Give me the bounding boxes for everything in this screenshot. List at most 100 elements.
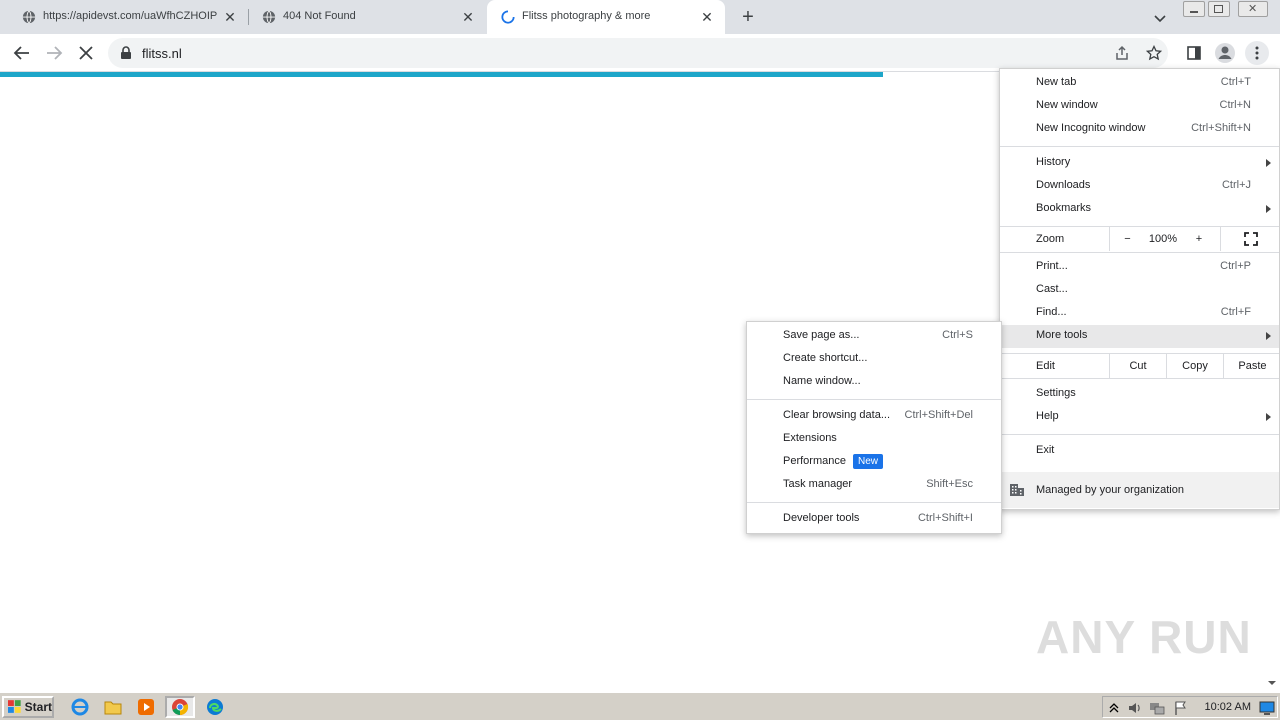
minimize-button[interactable] [1183,1,1205,17]
windows-logo-icon [8,700,21,713]
more-tools-submenu: Save page as... Ctrl+S Create shortcut...… [746,321,1002,534]
browser-toolbar: flitss.nl [0,34,1280,72]
managed-label: Managed by your organization [1036,484,1184,496]
menu-item-new-incognito[interactable]: New Incognito window Ctrl+Shift+N [1000,118,1279,141]
new-badge: New [853,454,884,469]
managed-by-org-item[interactable]: Managed by your organization [1000,472,1279,508]
tab-404[interactable]: 404 Not Found ✕ [248,0,486,34]
network-icon[interactable] [1149,700,1165,716]
edge-icon [207,699,223,715]
file-explorer-app[interactable] [101,696,125,718]
menu-separator [1000,434,1279,435]
chevron-down-icon[interactable] [1152,10,1168,26]
zoom-in-button[interactable]: + [1181,227,1217,251]
menu-item-more-tools[interactable]: More tools [1000,325,1279,348]
menu-item-help[interactable]: Help [1000,406,1279,429]
lock-icon[interactable] [120,46,132,60]
menu-item-create-shortcut[interactable]: Create shortcut... [747,348,1001,371]
more-vert-icon [1255,46,1259,60]
menu-item-save-page[interactable]: Save page as... Ctrl+S [747,325,1001,348]
internet-explorer-app[interactable] [68,696,92,718]
submenu-arrow-icon [1266,332,1271,340]
start-button[interactable]: Start [2,696,54,718]
side-panel-icon [1187,46,1201,60]
new-tab-button[interactable]: + [737,6,759,28]
tab-strip: https://apidevst.com/uaWfhCZHOIP ✕ 404 N… [0,0,1280,34]
zoom-value: 100% [1148,233,1178,245]
globe-icon [22,10,36,24]
close-window-button[interactable]: ✕ [1238,1,1268,17]
zoom-row: Zoom − 100% + [1000,227,1279,251]
show-desktop-icon[interactable] [1259,700,1275,716]
globe-icon [262,10,276,24]
menu-separator [1000,146,1279,147]
paste-button[interactable]: Paste [1223,354,1280,378]
system-tray: 10:02 AM [1102,696,1278,718]
stop-button[interactable] [74,41,98,65]
anyrun-watermark: ANY RUN [1036,611,1252,663]
copy-button[interactable]: Copy [1166,354,1223,378]
edit-row: Edit Cut Copy Paste [1000,354,1279,378]
menu-item-extensions[interactable]: Extensions [747,428,1001,451]
tab-flitss[interactable]: Flitss photography & more ✕ [487,0,725,34]
share-icon[interactable] [1114,45,1130,61]
back-button[interactable] [10,41,34,65]
menu-item-downloads[interactable]: Downloads Ctrl+J [1000,175,1279,198]
menu-separator [1000,252,1279,253]
zoom-out-button[interactable]: − [1109,227,1145,251]
menu-item-settings[interactable]: Settings [1000,383,1279,406]
menu-item-new-window[interactable]: New window Ctrl+N [1000,95,1279,118]
menu-item-print[interactable]: Print... Ctrl+P [1000,256,1279,279]
url-text[interactable]: flitss.nl [142,46,182,61]
arrow-left-icon [13,46,29,60]
chrome-menu-button[interactable] [1245,41,1269,65]
star-icon[interactable] [1146,45,1162,61]
chrome-icon [172,699,189,716]
close-tab-icon[interactable]: ✕ [699,9,715,25]
menu-separator [1000,378,1279,379]
windows-taskbar: Start 10:02 AM [0,692,1280,720]
fullscreen-button[interactable] [1220,227,1280,251]
building-icon [1010,484,1024,496]
show-hidden-icons-icon[interactable] [1109,702,1119,714]
tab-apidevst[interactable]: https://apidevst.com/uaWfhCZHOIP ✕ [8,0,248,34]
address-bar[interactable]: flitss.nl [108,38,1168,68]
menu-item-developer-tools[interactable]: Developer tools Ctrl+Shift+I [747,508,1001,531]
forward-button[interactable] [42,41,66,65]
cut-button[interactable]: Cut [1109,354,1166,378]
profile-button[interactable] [1213,41,1237,65]
zoom-label: Zoom [1036,233,1065,245]
menu-item-bookmarks[interactable]: Bookmarks [1000,198,1279,221]
menu-item-find[interactable]: Find... Ctrl+F [1000,302,1279,325]
flag-icon[interactable] [1173,700,1189,716]
media-player-app[interactable] [134,696,158,718]
menu-item-performance[interactable]: Performance New [747,451,1001,474]
menu-separator [747,502,1001,503]
media-player-icon [138,699,154,715]
side-panel-button[interactable] [1182,41,1206,65]
scroll-down-arrow-icon[interactable] [1266,678,1278,688]
close-tab-icon[interactable]: ✕ [222,9,238,25]
edit-label: Edit [1036,360,1055,372]
taskbar-clock[interactable]: 10:02 AM [1205,701,1251,713]
arrow-right-icon [47,46,63,60]
menu-item-cast[interactable]: Cast... [1000,279,1279,302]
loading-spinner-icon [501,10,515,24]
tab-title: 404 Not Found [283,10,356,22]
restore-button[interactable] [1208,1,1230,17]
menu-item-name-window[interactable]: Name window... [747,371,1001,394]
page-load-progress-bar [0,72,883,77]
chrome-app[interactable] [165,696,195,718]
menu-item-new-tab[interactable]: New tab Ctrl+T [1000,72,1279,95]
tab-title: Flitss photography & more [522,10,651,22]
menu-item-exit[interactable]: Exit [1000,440,1279,463]
chrome-main-menu: New tab Ctrl+T New window Ctrl+N New Incog… [999,68,1280,510]
edge-app[interactable] [203,696,227,718]
close-icon [79,46,93,60]
volume-icon[interactable] [1127,700,1143,716]
menu-item-history[interactable]: History [1000,152,1279,175]
submenu-arrow-icon [1266,413,1271,421]
menu-item-task-manager[interactable]: Task manager Shift+Esc [747,474,1001,497]
close-tab-icon[interactable]: ✕ [460,9,476,25]
menu-item-clear-browsing-data[interactable]: Clear browsing data... Ctrl+Shift+Del [747,405,1001,428]
